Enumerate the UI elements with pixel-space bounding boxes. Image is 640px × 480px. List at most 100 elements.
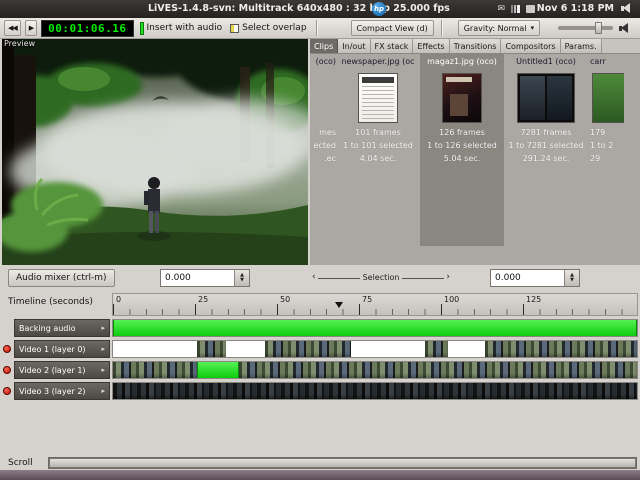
tab-transitions[interactable]: Transitions bbox=[450, 39, 502, 53]
compact-view-button[interactable]: Compact View (d) bbox=[351, 20, 434, 36]
clip-duration: ec. bbox=[310, 154, 336, 167]
timecode-display: 00:01:06.16 bbox=[41, 20, 133, 37]
battery-icon[interactable] bbox=[526, 5, 535, 13]
selection-bar: Audio mixer (ctrl-m) 0.000 ▲▼ ‹ Selectio… bbox=[0, 265, 640, 291]
timeline-bar: Timeline (seconds) 0255075100125 bbox=[0, 291, 640, 318]
track-row-2: Video 2 (layer 1)▸ bbox=[0, 361, 640, 379]
clock[interactable]: Nov 6 1:18 PM bbox=[537, 3, 614, 14]
preview-video-frame bbox=[2, 39, 308, 265]
tick-label: 50 bbox=[280, 295, 290, 304]
rewind-button[interactable]: ◀◀ bbox=[4, 20, 21, 36]
track-content[interactable] bbox=[112, 319, 638, 337]
volume-control bbox=[558, 23, 636, 34]
playhead-marker[interactable] bbox=[335, 302, 343, 308]
track-label[interactable]: Backing audio▸ bbox=[14, 319, 110, 337]
timeline-ruler[interactable]: 0255075100125 bbox=[112, 293, 638, 316]
track-label[interactable]: Video 3 (layer 2)▸ bbox=[14, 382, 110, 400]
clip-selected-range: 1 to 7281 selected bbox=[504, 141, 588, 154]
tick-mark bbox=[359, 304, 360, 315]
clip-selected-range: 1 to 101 selected bbox=[336, 141, 420, 154]
gravity-dropdown[interactable]: Gravity: Normal ▾ bbox=[458, 20, 540, 36]
volume-slider[interactable] bbox=[558, 26, 613, 30]
timeline-clip-block[interactable] bbox=[425, 341, 449, 357]
track-label[interactable]: Video 1 (layer 0)▸ bbox=[14, 340, 110, 358]
tab-compositors[interactable]: Compositors bbox=[501, 39, 560, 53]
select-overlap-button[interactable]: Select overlap bbox=[228, 23, 308, 33]
clips-tabs: ClipsIn/outFX stackEffectsTransitionsCom… bbox=[310, 39, 640, 54]
timeline-clip-block[interactable] bbox=[113, 362, 197, 378]
volume-icon[interactable] bbox=[621, 3, 634, 14]
clip-thumbnail bbox=[517, 73, 575, 123]
selection-widget[interactable]: ‹ Selection › bbox=[310, 273, 452, 282]
preview-area: Preview bbox=[2, 39, 308, 265]
timeline-clip-block[interactable] bbox=[239, 362, 637, 378]
clip-item[interactable]: (oco)mesectedec. bbox=[310, 54, 336, 246]
track-content[interactable] bbox=[112, 382, 638, 400]
selection-right-arrow-icon[interactable]: › bbox=[444, 273, 452, 282]
selection-end-spinbox[interactable]: 0.000 ▲▼ bbox=[490, 269, 580, 287]
track-row-0: Backing audio▸ bbox=[0, 319, 640, 337]
tick-mark bbox=[523, 304, 524, 315]
tick-label: 125 bbox=[526, 295, 541, 304]
select-overlap-label: Select overlap bbox=[242, 23, 306, 33]
tab-clips[interactable]: Clips bbox=[310, 39, 338, 53]
selection-left-arrow-icon[interactable]: ‹ bbox=[310, 273, 318, 282]
record-dot-icon[interactable] bbox=[3, 345, 11, 353]
gravity-label: Gravity: Normal bbox=[464, 24, 527, 33]
clip-item[interactable]: carr1791 to 229 bbox=[588, 54, 624, 246]
track-row-3: Video 3 (layer 2)▸ bbox=[0, 382, 640, 400]
volume-slider-handle[interactable] bbox=[595, 22, 602, 34]
clip-thumbnail bbox=[358, 73, 398, 123]
record-dot-icon[interactable] bbox=[3, 387, 11, 395]
timeline-clip-block[interactable] bbox=[197, 362, 239, 378]
timeline-clip-block[interactable] bbox=[197, 341, 226, 357]
clip-frames: 7281 frames bbox=[504, 128, 588, 141]
spinner-arrows-icon[interactable]: ▲▼ bbox=[234, 270, 249, 286]
timeline-clip-block[interactable] bbox=[265, 341, 351, 357]
expander-icon[interactable]: ▸ bbox=[101, 387, 105, 395]
timeline-clip-block[interactable] bbox=[485, 341, 637, 357]
track-label[interactable]: Video 2 (layer 1)▸ bbox=[14, 361, 110, 379]
clip-name: carr bbox=[588, 57, 624, 68]
insert-with-audio-button[interactable]: Insert with audio bbox=[138, 22, 225, 35]
clip-item[interactable]: magaz1.jpg (oco)126 frames1 to 126 selec… bbox=[420, 54, 504, 246]
clip-item[interactable]: Untitled1 (oco)7281 frames1 to 7281 sele… bbox=[504, 54, 588, 246]
tab-fx-stack[interactable]: FX stack bbox=[371, 39, 414, 53]
desktop: LiVES-1.4.8-svn: Multitrack 640x480 : 32… bbox=[0, 0, 640, 480]
network-icon[interactable] bbox=[511, 5, 520, 13]
clip-frames: 179 bbox=[588, 128, 624, 141]
desktop-strip bbox=[0, 470, 640, 480]
horizontal-scrollbar[interactable] bbox=[48, 457, 637, 469]
clip-selected-range: 1 to 2 bbox=[588, 141, 624, 154]
chevron-down-icon: ▾ bbox=[531, 24, 535, 32]
track-content[interactable] bbox=[112, 340, 638, 358]
toolbar-separator bbox=[316, 20, 318, 36]
clip-item[interactable]: newspaper.jpg (oc101 frames1 to 101 sele… bbox=[336, 54, 420, 246]
speaker-icon[interactable] bbox=[619, 23, 632, 34]
tick-label: 25 bbox=[198, 295, 208, 304]
lives-window: ◀◀ ▶ 00:01:06.16 Insert with audio Selec… bbox=[0, 18, 640, 470]
expander-icon[interactable]: ▸ bbox=[101, 366, 105, 374]
tab-in-out[interactable]: In/out bbox=[338, 39, 370, 53]
timeline-clip-block[interactable] bbox=[113, 320, 637, 336]
tab-params-[interactable]: Params. bbox=[561, 39, 602, 53]
selection-label: Selection bbox=[360, 273, 403, 282]
timeline-label: Timeline (seconds) bbox=[8, 297, 93, 307]
record-dot-icon[interactable] bbox=[3, 366, 11, 374]
mail-icon[interactable]: ✉ bbox=[497, 4, 505, 14]
status-indicators[interactable]: ✉ bbox=[497, 4, 535, 14]
clip-selected-range: 1 to 126 selected bbox=[420, 141, 504, 154]
tab-effects[interactable]: Effects bbox=[413, 39, 449, 53]
selection-start-spinbox[interactable]: 0.000 ▲▼ bbox=[160, 269, 250, 287]
play-button[interactable]: ▶ bbox=[25, 20, 37, 36]
spinner-arrows-icon[interactable]: ▲▼ bbox=[564, 270, 579, 286]
clip-frames: mes bbox=[310, 128, 336, 141]
track-content[interactable] bbox=[112, 361, 638, 379]
spin-value: 0.000 bbox=[161, 270, 234, 286]
audio-mixer-button[interactable]: Audio mixer (ctrl-m) bbox=[8, 269, 115, 287]
expander-icon[interactable]: ▸ bbox=[101, 324, 105, 332]
clip-frames: 126 frames bbox=[420, 128, 504, 141]
scrollbar-handle[interactable] bbox=[49, 458, 636, 468]
timeline-clip-block[interactable] bbox=[113, 383, 637, 399]
expander-icon[interactable]: ▸ bbox=[101, 345, 105, 353]
